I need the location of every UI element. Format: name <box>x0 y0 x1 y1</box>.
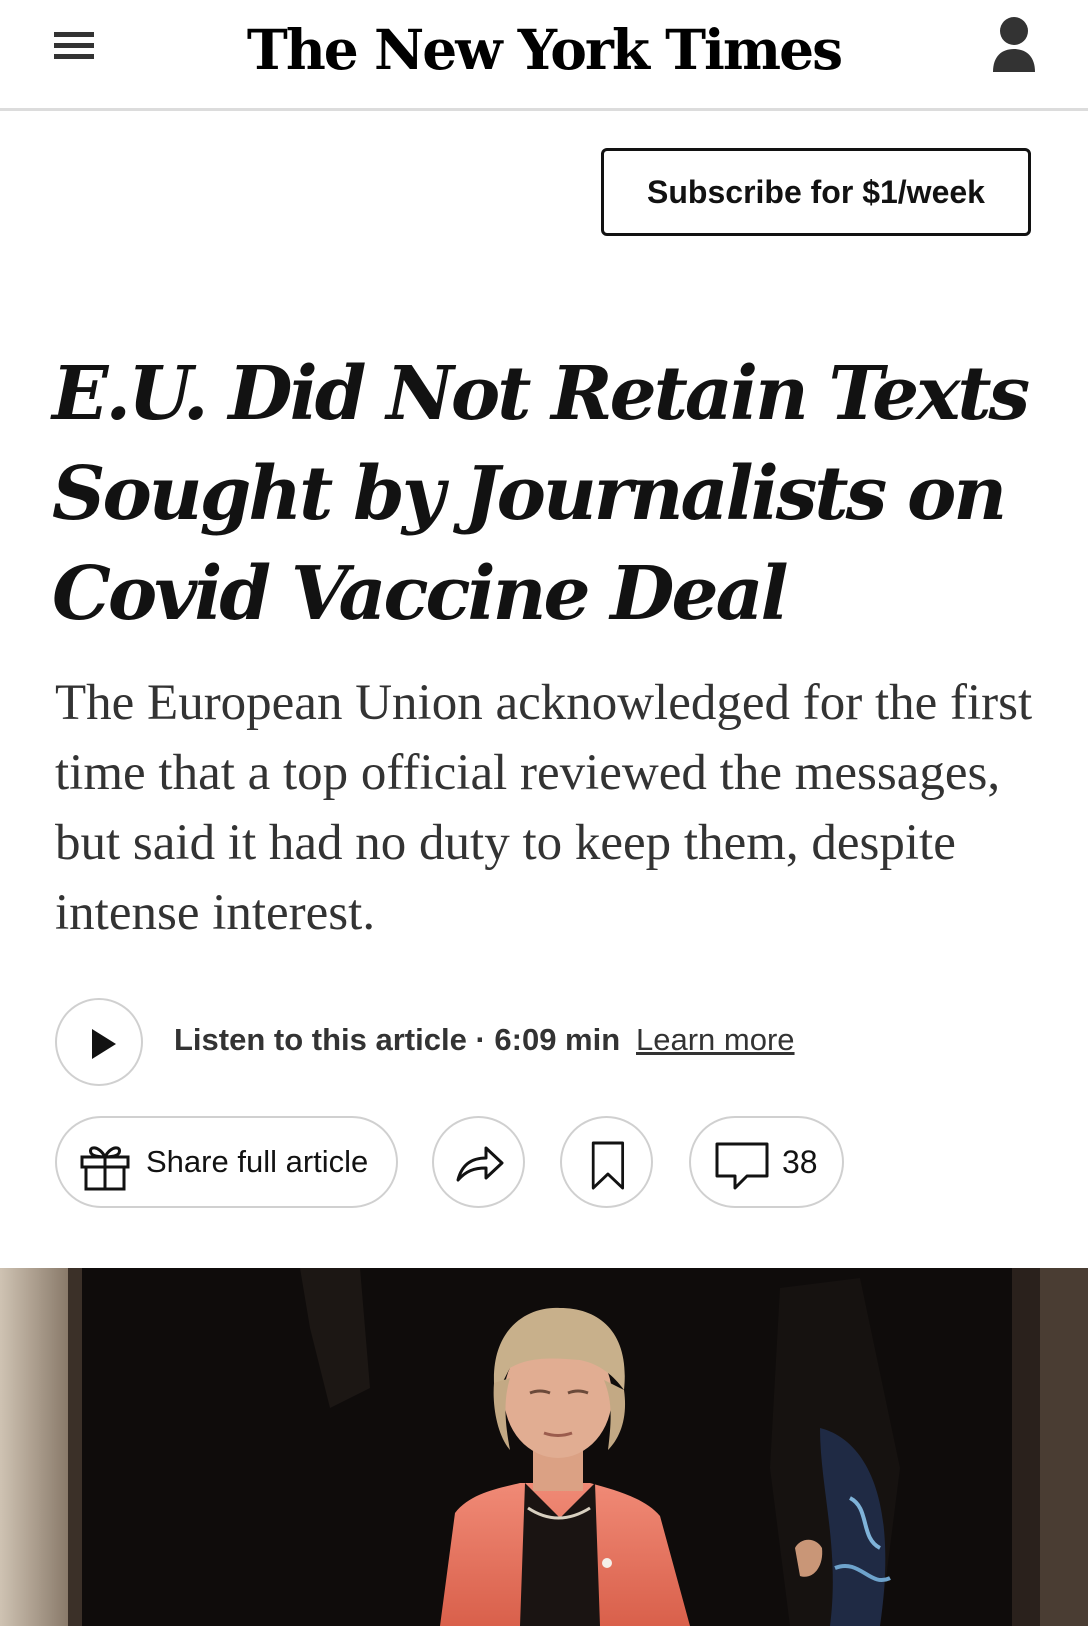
share-button[interactable] <box>432 1116 525 1208</box>
learn-more-link[interactable]: Learn more <box>636 1022 795 1058</box>
gift-icon <box>80 1146 130 1191</box>
comments-button[interactable]: 38 <box>689 1116 844 1208</box>
share-full-article-button[interactable]: Share full article <box>55 1116 398 1208</box>
audio-player: Listen to this article · 6:09 min Learn … <box>55 998 1055 1088</box>
play-button[interactable] <box>55 998 143 1086</box>
share-arrow-icon <box>456 1146 504 1182</box>
hero-photo <box>0 1268 1088 1626</box>
play-icon <box>92 1029 116 1059</box>
account-person-icon[interactable] <box>990 14 1038 76</box>
subscribe-button[interactable]: Subscribe for $1/week <box>601 148 1031 236</box>
listen-label: Listen to this article · 6:09 min <box>174 1022 621 1057</box>
bookmark-button[interactable] <box>560 1116 653 1208</box>
article-actions: Share full article 38 <box>55 1116 1055 1208</box>
article-summary: The European Union acknowledged for the … <box>55 675 1033 941</box>
share-full-article-label: Share full article <box>146 1144 369 1179</box>
bookmark-icon <box>591 1141 625 1190</box>
comment-count: 38 <box>782 1144 818 1180</box>
site-header: The New York Times <box>0 0 1088 111</box>
hamburger-menu-icon[interactable] <box>52 30 96 62</box>
article-headline: E.U. Did Not Retain Texts Sought by Jour… <box>52 351 1030 637</box>
comment-bubble-icon <box>715 1142 769 1190</box>
nyt-logo[interactable]: The New York Times <box>230 6 858 94</box>
